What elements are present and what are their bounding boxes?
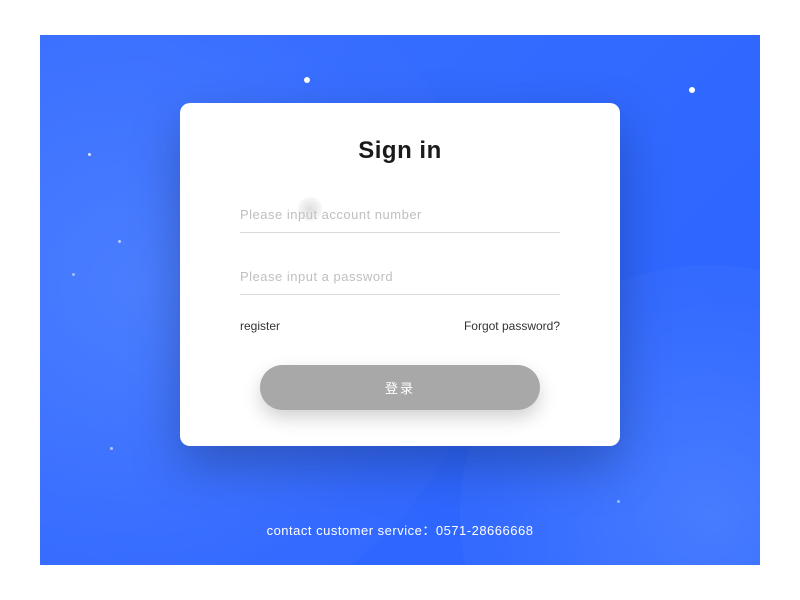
- decorative-dot: [304, 77, 310, 83]
- links-row: register Forgot password?: [240, 319, 560, 333]
- register-link[interactable]: register: [240, 319, 280, 333]
- footer-contact: contact customer service：0571-28666668: [40, 520, 760, 539]
- decorative-dot: [88, 153, 91, 156]
- password-input-wrap: [240, 263, 560, 295]
- account-input-wrap: [240, 201, 560, 233]
- decorative-dot: [617, 500, 620, 503]
- decorative-dot: [689, 87, 695, 93]
- signin-card: Sign in register Forgot password? 登录: [180, 103, 620, 446]
- account-input[interactable]: [240, 201, 560, 233]
- decorative-dot: [110, 447, 113, 450]
- forgot-password-link[interactable]: Forgot password?: [464, 319, 560, 333]
- page-title: Sign in: [240, 137, 560, 165]
- decorative-dot: [118, 240, 121, 243]
- login-stage: Sign in register Forgot password? 登录 con…: [40, 35, 760, 565]
- decorative-dot: [72, 273, 75, 276]
- password-input[interactable]: [240, 263, 560, 295]
- login-button[interactable]: 登录: [260, 365, 540, 410]
